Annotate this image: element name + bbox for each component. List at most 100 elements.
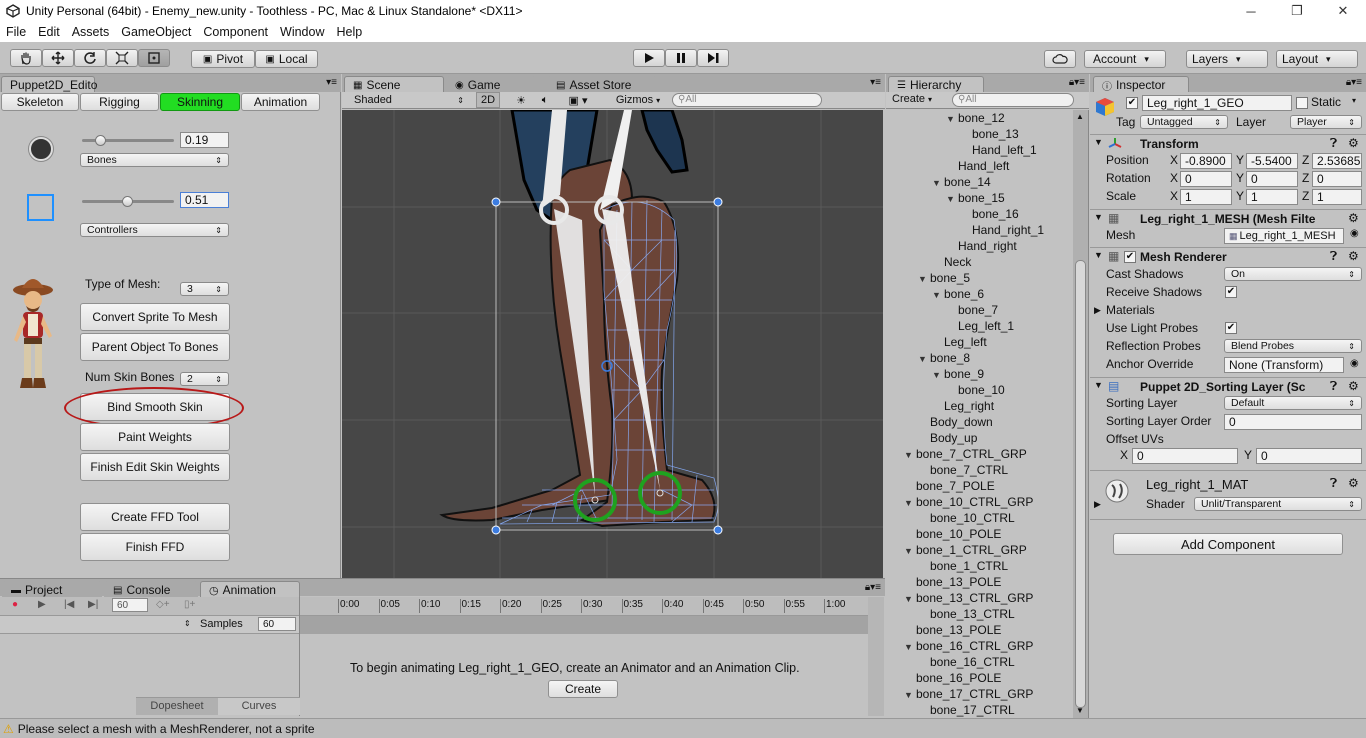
mesh-renderer-header[interactable]: ▼ ▦ ✔ Mesh Renderer ❓︎ ⚙ — [1090, 247, 1366, 265]
add-event-icon[interactable]: ▯+ — [184, 599, 195, 610]
object-name-field[interactable]: Leg_right_1_GEO — [1142, 95, 1292, 111]
tab-asset-store[interactable]: ▤ Asset Store — [547, 76, 657, 93]
expand-arrow-icon[interactable]: ▼ — [932, 175, 944, 191]
menu-assets[interactable]: Assets — [66, 25, 116, 39]
scroll-down-icon[interactable]: ▼ — [1076, 706, 1084, 715]
scale-x-field[interactable]: 1 — [1180, 189, 1232, 205]
finish-ffd-button[interactable]: Finish FFD — [80, 533, 230, 561]
minimize-button[interactable]: ─ — [1228, 0, 1274, 22]
mesh-filter-foldout-arrow[interactable]: ▼ — [1094, 212, 1103, 222]
anchor-picker-icon[interactable]: ◉ — [1350, 358, 1359, 369]
hierarchy-item[interactable]: Hand_left_1 — [886, 142, 1072, 158]
mode-rigging-button[interactable]: Rigging — [80, 93, 159, 111]
lighting-toggle[interactable]: ☀ — [510, 92, 532, 108]
expand-arrow-icon[interactable]: ▼ — [932, 367, 944, 383]
material-help-icon[interactable]: ❓︎ — [1330, 476, 1337, 491]
expand-arrow-icon[interactable]: ▼ — [904, 495, 916, 511]
hierarchy-item[interactable]: Hand_left — [886, 158, 1072, 174]
cloud-button[interactable] — [1044, 50, 1076, 68]
expand-arrow-icon[interactable]: ▼ — [904, 447, 916, 463]
menu-gameobject[interactable]: GameObject — [115, 25, 197, 39]
hierarchy-item[interactable]: ▼ bone_8 — [886, 350, 1072, 366]
hierarchy-item[interactable]: bone_16 — [886, 206, 1072, 222]
light-probes-checkbox[interactable]: ✔ — [1225, 322, 1237, 334]
shader-popup[interactable]: Unlit/Transparent — [1194, 497, 1362, 511]
bone-size-field[interactable]: 0.19 — [180, 132, 229, 148]
shading-mode-popup[interactable]: Shaded — [348, 93, 470, 107]
hierarchy-create-dropdown[interactable]: Create ▾ — [892, 93, 932, 105]
mode-2d-toggle[interactable]: 2D — [476, 92, 500, 108]
expand-arrow-icon[interactable]: ▼ — [918, 271, 930, 287]
tab-animation[interactable]: ◷ Animation — [200, 581, 300, 598]
static-checkbox[interactable] — [1296, 97, 1308, 109]
create-ffd-tool-button[interactable]: Create FFD Tool — [80, 503, 230, 531]
offset-x-field[interactable]: 0 — [1132, 448, 1238, 464]
scale-y-field[interactable]: 1 — [1246, 189, 1298, 205]
expand-arrow-icon[interactable]: ▼ — [904, 543, 916, 559]
control-size-field[interactable]: 0.51 — [180, 192, 229, 208]
curves-tab[interactable]: Curves — [218, 698, 300, 715]
expand-arrow-icon[interactable]: ▼ — [946, 191, 958, 207]
control-color-swatch[interactable] — [27, 194, 54, 221]
mode-skeleton-button[interactable]: Skeleton — [1, 93, 79, 111]
pivot-toggle[interactable]: ▣ Pivot — [191, 50, 255, 68]
hierarchy-item[interactable]: bone_13 — [886, 126, 1072, 142]
scene-panel-menu-icon[interactable]: ▾≡ — [870, 77, 881, 88]
scroll-up-icon[interactable]: ▲ — [1076, 112, 1084, 121]
scene-viewport[interactable] — [342, 110, 883, 578]
hierarchy-item[interactable]: Leg_left_1 — [886, 318, 1072, 334]
parent-object-button[interactable]: Parent Object To Bones — [80, 333, 230, 361]
rotation-y-field[interactable]: 0 — [1246, 171, 1298, 187]
hierarchy-scrollbar[interactable]: ▲ ▼ — [1073, 110, 1088, 718]
hierarchy-item[interactable]: bone_10 — [886, 382, 1072, 398]
add-keyframe-icon[interactable]: ◇+ — [156, 599, 170, 610]
scale-z-field[interactable]: 1 — [1312, 189, 1362, 205]
rotation-z-field[interactable]: 0 — [1312, 171, 1362, 187]
mesh-object-field[interactable]: ▦ Leg_right_1_MESH — [1224, 228, 1344, 244]
dopesheet-tab[interactable]: Dopesheet — [136, 698, 218, 715]
transform-gear-icon[interactable]: ⚙ — [1348, 136, 1359, 150]
hierarchy-item[interactable]: ▼ bone_10_CTRL_GRP — [886, 494, 1072, 510]
layout-dropdown[interactable]: Layout — [1276, 50, 1358, 68]
mode-skinning-button[interactable]: Skinning — [160, 93, 240, 111]
type-of-mesh-popup[interactable]: 3 — [180, 282, 229, 296]
expand-arrow-icon[interactable]: ▼ — [904, 639, 916, 655]
hierarchy-item[interactable]: ▼ bone_15 — [886, 190, 1072, 206]
mesh-filter-header[interactable]: ▼ ▦ Leg_right_1_MESH (Mesh Filte ⚙ — [1090, 209, 1366, 227]
mode-animation-button[interactable]: Animation — [241, 93, 320, 111]
hierarchy-item[interactable]: Hand_right — [886, 238, 1072, 254]
inspector-lock-icon[interactable]: 🔒︎▾≡ — [1346, 77, 1362, 88]
expand-arrow-icon[interactable]: ▼ — [932, 287, 944, 303]
menu-help[interactable]: Help — [330, 25, 368, 39]
position-z-field[interactable]: 2.53685 — [1312, 153, 1362, 169]
hierarchy-item[interactable]: ▼ bone_5 — [886, 270, 1072, 286]
menu-window[interactable]: Window — [274, 25, 330, 39]
hierarchy-item[interactable]: ▼ bone_12 — [886, 110, 1072, 126]
transform-header[interactable]: ▼ Transform ❓︎ ⚙ — [1090, 134, 1366, 152]
mesh-picker-icon[interactable]: ◉ — [1350, 228, 1359, 239]
hierarchy-item[interactable]: Hand_right_1 — [886, 222, 1072, 238]
menu-file[interactable]: File — [0, 25, 32, 39]
transform-help-icon[interactable]: ❓︎ — [1330, 136, 1337, 151]
sorting-order-field[interactable]: 0 — [1224, 414, 1362, 430]
transform-foldout-arrow[interactable]: ▼ — [1094, 137, 1103, 147]
tab-puppet2d-editor[interactable]: Puppet2D_Edito — [1, 76, 97, 93]
panel-menu-icon[interactable]: ▾≡ — [326, 77, 337, 88]
expand-arrow-icon[interactable]: ▼ — [904, 591, 916, 607]
bone-size-slider-thumb[interactable] — [95, 135, 106, 146]
close-button[interactable]: ✕ — [1320, 0, 1366, 22]
menu-edit[interactable]: Edit — [32, 25, 66, 39]
hierarchy-item[interactable]: ▼ bone_6 — [886, 286, 1072, 302]
hierarchy-item[interactable]: ▼ bone_9 — [886, 366, 1072, 382]
scale-tool-button[interactable] — [106, 49, 138, 67]
position-y-field[interactable]: -5.5400 — [1246, 153, 1298, 169]
hierarchy-item[interactable]: bone_10_POLE — [886, 526, 1072, 542]
paint-weights-button[interactable]: Paint Weights — [80, 423, 230, 451]
hand-tool-button[interactable] — [10, 49, 42, 67]
samples-field[interactable]: 60 — [258, 617, 296, 631]
bones-popup[interactable]: Bones — [80, 153, 229, 167]
bone-color-swatch[interactable] — [29, 137, 53, 161]
controllers-popup[interactable]: Controllers — [80, 223, 229, 237]
materials-foldout-arrow[interactable]: ▶ — [1094, 305, 1101, 316]
hierarchy-item[interactable]: bone_10_CTRL — [886, 510, 1072, 526]
